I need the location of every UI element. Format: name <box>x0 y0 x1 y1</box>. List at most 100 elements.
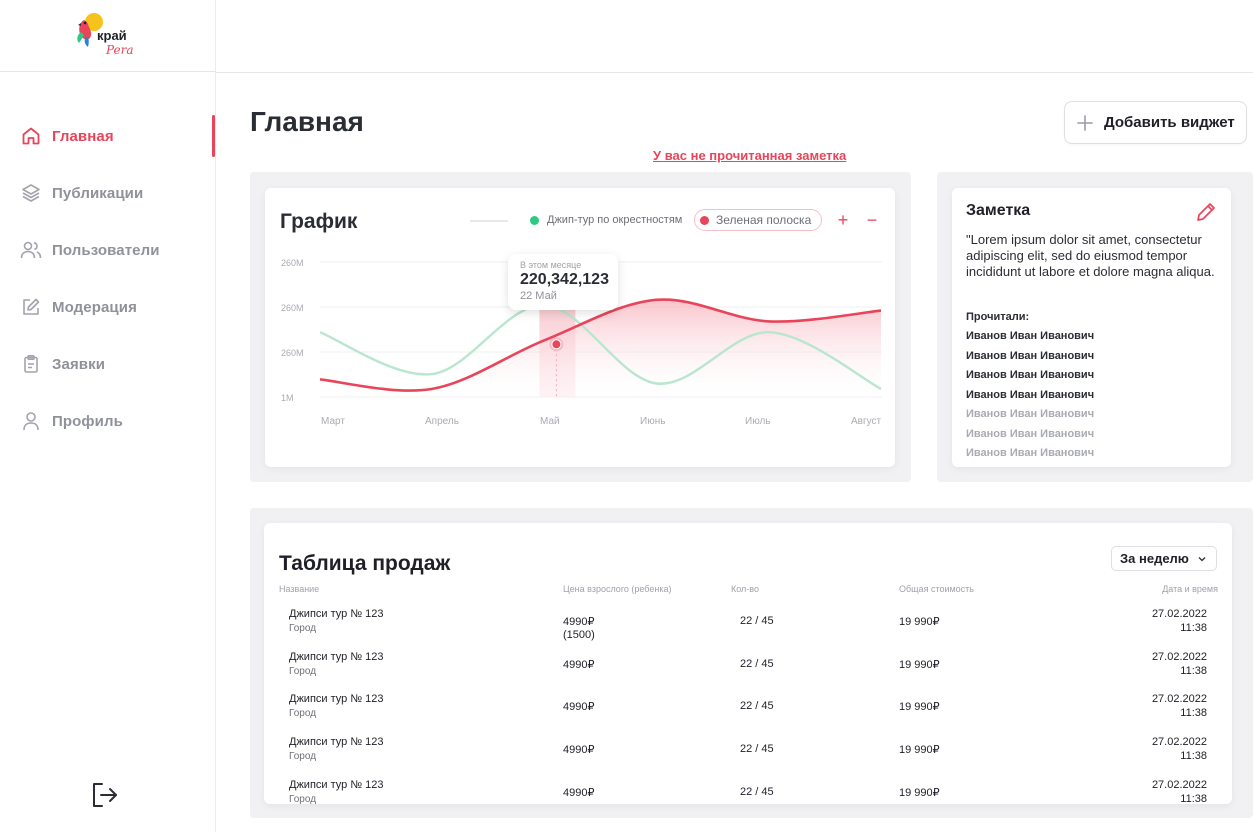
period-select[interactable]: За неделю <box>1111 546 1217 571</box>
x-tick-label: Апрель <box>425 416 459 427</box>
layers-icon <box>20 182 42 204</box>
sidebar-item-label: Пользователи <box>52 241 160 259</box>
legend-divider <box>470 220 508 222</box>
cell-date: 27.02.2022 <box>1151 778 1207 791</box>
reader-name: Иванов Иван Иванович <box>966 388 1095 401</box>
x-tick-label: Март <box>321 416 345 427</box>
tooltip-value: 220,342,123 <box>520 271 609 288</box>
reader-name: Иванов Иван Иванович <box>966 427 1095 440</box>
cell-date: 27.02.2022 <box>1151 736 1207 749</box>
cell-total: 19 990₽ <box>899 616 940 628</box>
legend-label: Зеленая полоска <box>716 213 812 227</box>
cell-qty: 22 / 45 <box>740 700 774 713</box>
legend-item-red[interactable]: Зеленая полоска <box>694 209 823 231</box>
cell-qty: 22 / 45 <box>740 657 774 670</box>
pencil-icon[interactable] <box>1195 201 1217 223</box>
svg-text:край: край <box>97 28 127 43</box>
zoom-out-button[interactable]: − <box>864 211 880 229</box>
cell-date: 27.02.2022 <box>1151 608 1207 620</box>
cell-price-child: (1500) <box>563 629 595 641</box>
cell-tour-name: Джипси тур № 123 <box>289 650 384 663</box>
column-header-total: Общая стоимость <box>899 584 974 594</box>
clipboard-icon <box>20 353 42 375</box>
period-value: За неделю <box>1120 551 1189 566</box>
sidebar-item-profile[interactable]: Профиль <box>20 401 216 441</box>
legend-label: Джип-тур по окрестностям <box>547 214 683 226</box>
users-icon <box>20 239 42 261</box>
cell-tour-name: Джипси тур № 123 <box>289 693 384 706</box>
table-title: Таблица продаж <box>279 552 451 575</box>
legend-dot <box>700 215 709 225</box>
header-divider <box>216 72 1253 73</box>
sidebar-item-label: Публикации <box>52 184 144 202</box>
cell-total: 19 990₽ <box>899 744 940 757</box>
cell-city: Город <box>289 751 317 763</box>
highlight-marker <box>552 340 561 349</box>
column-header-price: Цена взрослого (ребенка) <box>563 584 672 594</box>
svg-text:Pera: Pera <box>105 43 134 57</box>
column-header-qty: Кол-во <box>731 584 759 594</box>
unread-note-link[interactable]: У вас не прочитанная заметка <box>653 148 846 163</box>
logout-icon[interactable] <box>90 780 120 810</box>
y-tick-label: 260M <box>281 258 304 268</box>
legend-item-green[interactable]: Джип-тур по окрестностям <box>530 214 682 226</box>
column-header-datetime: Дата и время <box>1162 584 1218 594</box>
readers-label: Прочитали: <box>966 311 1030 323</box>
series-area <box>320 299 881 397</box>
cell-time: 11:38 <box>1180 750 1207 763</box>
cell-date: 27.02.2022 <box>1151 650 1207 663</box>
cell-price: 4990₽ <box>563 744 595 757</box>
sidebar-item-moderation[interactable]: Модерация <box>20 287 216 327</box>
cell-qty: 22 / 45 <box>740 785 774 798</box>
cell-tour-name: Джипси тур № 123 <box>289 608 384 620</box>
brand-logo[interactable]: край Pera <box>70 8 142 64</box>
cell-tour-name: Джипси тур № 123 <box>289 736 384 749</box>
x-tick-label: Май <box>540 416 560 427</box>
cell-time: 11:38 <box>1180 707 1207 720</box>
cell-price: 4990₽ <box>563 658 595 671</box>
home-icon <box>20 125 42 147</box>
reader-name: Иванов Иван Иванович <box>966 447 1095 459</box>
reader-name: Иванов Иван Иванович <box>966 330 1095 342</box>
cell-city: Город <box>289 623 317 634</box>
cell-price: 4990₽ <box>563 701 595 714</box>
x-tick-label: Август <box>851 416 882 427</box>
sidebar: край Pera Главная Публикации Пользовател… <box>0 0 216 832</box>
cell-city: Город <box>289 665 317 677</box>
chevron-down-icon <box>1198 557 1206 562</box>
sidebar-item-home[interactable]: Главная <box>20 116 216 156</box>
cell-time: 11:38 <box>1180 622 1207 634</box>
add-widget-button[interactable]: Добавить виджет <box>1064 101 1247 144</box>
cell-total: 19 990₽ <box>899 786 940 799</box>
user-icon <box>20 410 42 432</box>
add-widget-label: Добавить виджет <box>1104 114 1235 131</box>
y-tick-label: 1M <box>281 393 294 403</box>
cell-city: Город <box>289 793 317 805</box>
cell-city: Город <box>289 708 317 720</box>
reader-name: Иванов Иван Иванович <box>966 349 1095 362</box>
cell-time: 11:38 <box>1180 664 1207 677</box>
sidebar-item-publications[interactable]: Публикации <box>20 173 216 213</box>
sidebar-item-users[interactable]: Пользователи <box>20 230 216 270</box>
sidebar-item-label: Профиль <box>52 412 123 430</box>
note-title: Заметка <box>966 202 1031 219</box>
reader-name: Иванов Иван Иванович <box>966 369 1095 381</box>
reader-name: Иванов Иван Иванович <box>966 408 1095 420</box>
logo-area: край Pera <box>0 0 216 72</box>
cell-qty: 22 / 45 <box>740 615 774 627</box>
sidebar-item-requests[interactable]: Заявки <box>20 344 216 384</box>
zoom-in-button[interactable]: + <box>835 211 851 229</box>
plus-icon <box>1075 113 1095 133</box>
sidebar-item-label: Модерация <box>52 298 137 316</box>
column-header-name: Название <box>279 584 320 594</box>
chart-title: График <box>280 210 358 233</box>
chart-tooltip: В этом месяце 220,342,123 22 Май <box>508 254 618 310</box>
cell-qty: 22 / 45 <box>740 743 774 756</box>
cell-total: 19 990₽ <box>899 658 940 671</box>
note-text: "Lorem ipsum dolor sit amet, consectetur… <box>966 232 1215 279</box>
x-tick-label: Июнь <box>640 416 666 427</box>
y-tick-label: 260M <box>281 348 304 358</box>
cell-price: 4990₽ <box>563 786 595 799</box>
x-tick-label: Июль <box>745 416 771 427</box>
cell-price: 4990₽ <box>563 616 595 628</box>
